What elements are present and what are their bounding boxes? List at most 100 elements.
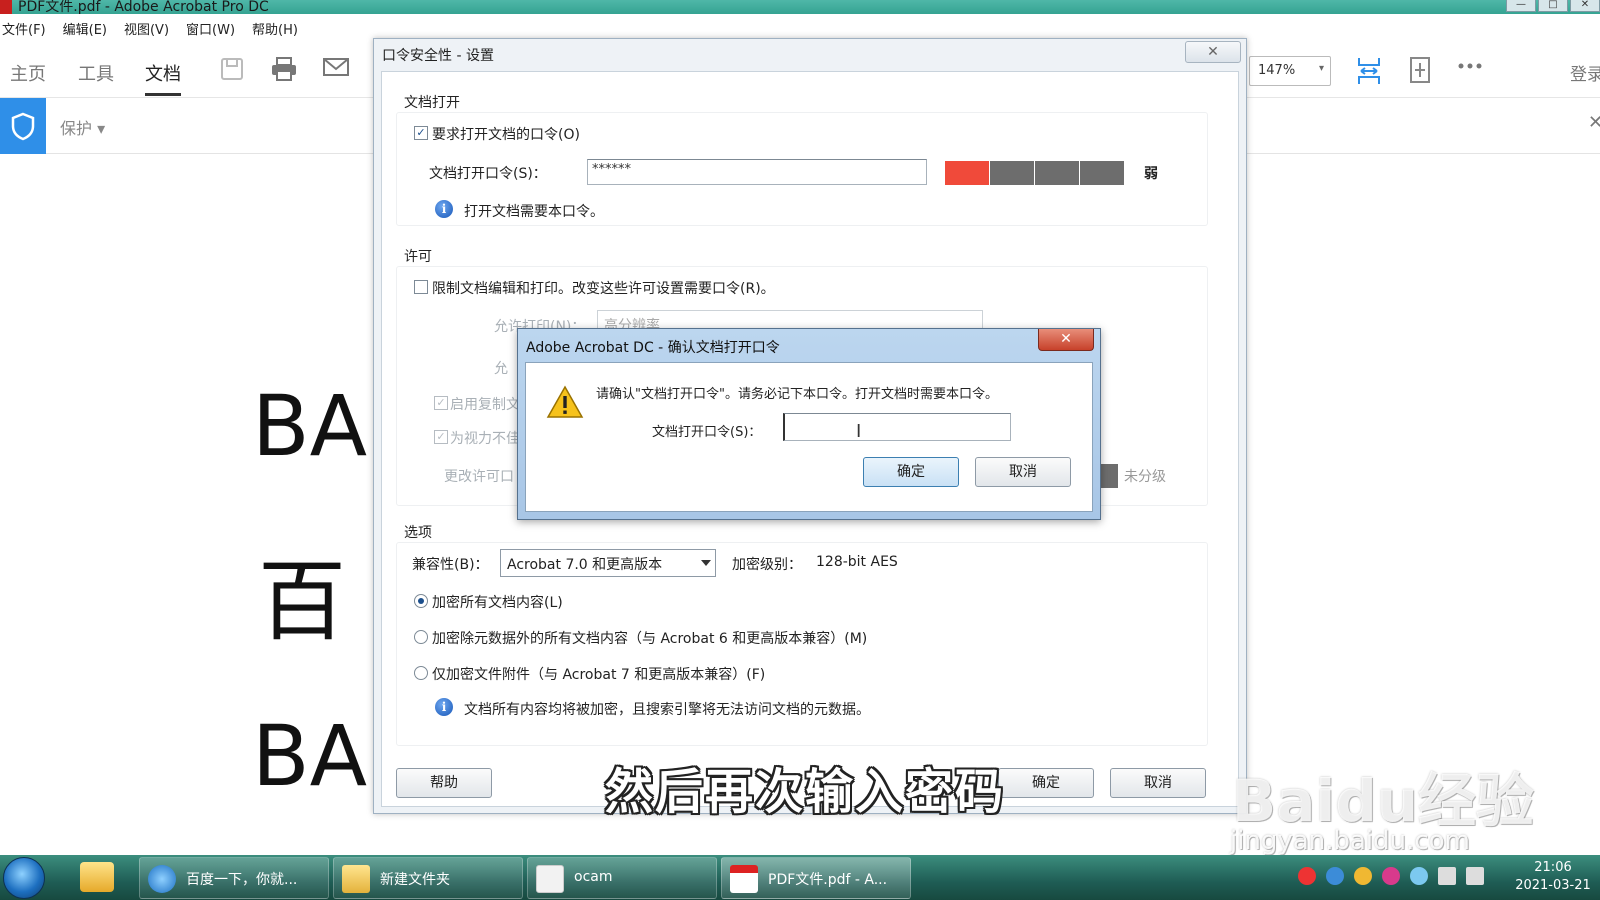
compatibility-select[interactable]: Acrobat 7.0 和更高版本 — [500, 549, 716, 577]
dialog-title: 口令安全性 - 设置 — [382, 48, 494, 64]
ocam-icon — [536, 865, 564, 893]
confirm-dialog-title: Adobe Acrobat DC - 确认文档打开口令 — [526, 340, 780, 356]
zoom-value: 147% — [1258, 63, 1296, 78]
confirm-password-label: 文档打开口令(S)： — [652, 425, 762, 440]
qq-icon-2[interactable] — [1382, 867, 1400, 885]
encrypt-attachments-label: 仅加密文件附件（与 Acrobat 7 和更高版本兼容）(F) — [432, 667, 766, 683]
taskbar-item-ocam[interactable]: ocam — [527, 857, 717, 899]
help-button[interactable]: 帮助 — [396, 768, 492, 798]
menu-file[interactable]: 文件(F) — [2, 19, 46, 38]
protect-menu[interactable]: 保护 ▾ — [60, 115, 105, 139]
menu-edit[interactable]: 编辑(E) — [63, 19, 107, 38]
fit-width-icon[interactable] — [1356, 56, 1384, 84]
require-password-label: 要求打开文档的口令(O) — [432, 127, 580, 143]
browser-icon — [148, 865, 176, 893]
permissions-strength-bar — [1098, 464, 1118, 488]
more-options-icon[interactable] — [1458, 60, 1486, 88]
zoom-dropdown[interactable]: 147% ▾ — [1249, 56, 1331, 86]
document-text-line-1: BA — [252, 377, 368, 475]
options-info: 文档所有内容均将被加密，且搜索引擎将无法访问文档的元数据。 — [464, 702, 870, 718]
confirm-dialog-close-button[interactable]: ✕ — [1038, 329, 1094, 351]
encryption-level-label: 加密级别： — [732, 557, 802, 573]
section-title-options: 选项 — [404, 525, 432, 541]
menu-window[interactable]: 窗口(W) — [186, 19, 235, 38]
text-cursor-icon: I — [856, 421, 862, 442]
browser-tray-icon[interactable] — [1410, 867, 1428, 885]
chevron-down-icon — [701, 560, 711, 566]
tab-home[interactable]: 主页 — [10, 60, 46, 86]
window-titlebar: PDF文件.pdf - Adobe Acrobat Pro DC — □ ✕ — [0, 0, 1600, 14]
acrobat-app-icon — [0, 0, 12, 14]
warning-icon — [546, 385, 584, 419]
taskbar-item-label: ocam — [574, 869, 613, 885]
open-password-field[interactable]: ****** — [587, 159, 927, 185]
screen-reader-label: 为视力不佳 — [450, 431, 520, 447]
qq-icon[interactable] — [1354, 867, 1372, 885]
start-button[interactable] — [3, 857, 45, 899]
minimize-button[interactable]: — — [1506, 0, 1536, 12]
info-icon: i — [435, 200, 453, 218]
volume-icon[interactable] — [1466, 867, 1484, 885]
encrypt-all-label: 加密所有文档内容(L) — [432, 595, 563, 611]
taskbar-item-folder[interactable]: 新建文件夹 — [333, 857, 523, 899]
encryption-level-value: 128-bit AES — [816, 554, 898, 570]
encrypt-all-radio[interactable] — [414, 594, 428, 608]
cancel-button[interactable]: 取消 — [1110, 768, 1206, 798]
restrict-editing-label: 限制文档编辑和打印。改变这些许可设置需要口令(R)。 — [432, 281, 775, 297]
tab-document[interactable]: 文档 — [145, 60, 181, 96]
dialog-close-button[interactable]: ✕ — [1185, 41, 1241, 63]
taskbar-item-browser[interactable]: 百度一下，你就... — [139, 857, 329, 899]
fit-page-icon[interactable] — [1408, 56, 1436, 84]
confirm-ok-button[interactable]: 确定 — [863, 457, 959, 487]
explorer-quicklaunch-icon[interactable] — [80, 862, 114, 892]
ok-button[interactable]: 确定 — [998, 768, 1094, 798]
taskbar-item-label: 百度一下，你就... — [186, 872, 298, 888]
info-icon: i — [435, 698, 453, 716]
document-text-line-2: 百 — [258, 550, 347, 653]
section-title-document-open: 文档打开 — [404, 95, 460, 111]
save-icon[interactable] — [219, 56, 247, 84]
shield-icon[interactable] — [0, 98, 46, 154]
enable-copy-label: 启用复制文 — [450, 397, 520, 413]
enable-copy-checkbox[interactable]: ✓ — [434, 396, 448, 410]
require-password-checkbox[interactable]: ✓ — [414, 126, 428, 140]
allow-changes-label: 允 — [494, 361, 508, 377]
confirm-cancel-button[interactable]: 取消 — [975, 457, 1071, 487]
tab-tools[interactable]: 工具 — [78, 60, 114, 86]
clock[interactable]: 21:06 2021-03-21 — [1510, 859, 1596, 895]
change-permissions-password-label: 更改许可口 — [444, 469, 514, 485]
restrict-editing-checkbox[interactable] — [414, 280, 428, 294]
email-icon[interactable] — [322, 56, 350, 84]
taskbar: 百度一下，你就... 新建文件夹 ocam PDF文件.pdf - A... 2… — [0, 855, 1600, 900]
strength-label: 弱 — [1144, 166, 1158, 182]
record-icon[interactable] — [1298, 867, 1316, 885]
taskbar-item-label: 新建文件夹 — [380, 872, 450, 888]
strength-bar-4 — [1080, 161, 1124, 185]
strength-bar-1 — [945, 161, 989, 185]
screen-reader-checkbox[interactable]: ✓ — [434, 430, 448, 444]
network-icon[interactable] — [1438, 867, 1456, 885]
encrypt-except-metadata-label: 加密除元数据外的所有文档内容（与 Acrobat 6 和更高版本兼容）(M) — [432, 631, 868, 647]
login-link[interactable]: 登录 — [1570, 60, 1600, 85]
video-subtitle: 然后再次输入密码 — [605, 764, 1006, 820]
baidu-watermark-url: jingyan.baidu.com — [1230, 826, 1470, 856]
print-icon[interactable] — [270, 56, 298, 84]
security-icon[interactable] — [1326, 867, 1344, 885]
menu-help[interactable]: 帮助(H) — [252, 19, 298, 38]
strength-bar-3 — [1035, 161, 1079, 185]
folder-icon — [342, 865, 370, 893]
taskbar-item-acrobat[interactable]: PDF文件.pdf - A... — [721, 857, 911, 899]
clock-time: 21:06 — [1534, 860, 1572, 875]
compatibility-value: Acrobat 7.0 和更高版本 — [507, 557, 663, 573]
chevron-down-icon: ▾ — [1318, 63, 1324, 74]
close-icon[interactable]: ✕ — [1588, 112, 1600, 133]
close-window-button[interactable]: ✕ — [1570, 0, 1600, 12]
confirm-password-field[interactable] — [783, 413, 1011, 441]
menu-view[interactable]: 视图(V) — [124, 19, 169, 38]
confirm-password-dialog: Adobe Acrobat DC - 确认文档打开口令 ✕ 请确认"文档打开口令… — [517, 328, 1101, 520]
encrypt-attachments-radio[interactable] — [414, 666, 428, 680]
maximize-button[interactable]: □ — [1538, 0, 1568, 12]
unrated-label: 未分级 — [1124, 469, 1166, 485]
taskbar-item-label: PDF文件.pdf - A... — [768, 872, 888, 888]
encrypt-except-metadata-radio[interactable] — [414, 630, 428, 644]
